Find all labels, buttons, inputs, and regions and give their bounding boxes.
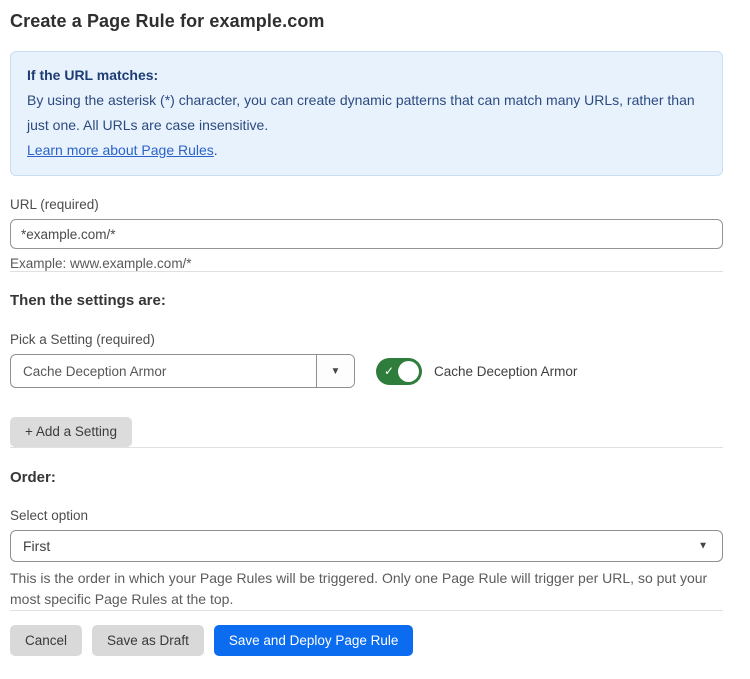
setting-toggle-label: Cache Deception Armor: [434, 364, 577, 379]
order-helper-text: This is the order in which your Page Rul…: [10, 568, 710, 610]
divider: [10, 610, 723, 611]
order-select-value: First: [23, 538, 50, 554]
setting-select-arrow-segment[interactable]: ▼: [316, 355, 354, 387]
divider: [10, 447, 723, 448]
setting-toggle[interactable]: ✓: [376, 358, 422, 385]
url-match-info-box: If the URL matches: By using the asteris…: [10, 51, 723, 176]
learn-more-link[interactable]: Learn more about Page Rules: [27, 142, 214, 158]
add-setting-button[interactable]: + Add a Setting: [10, 417, 132, 447]
setting-select[interactable]: Cache Deception Armor ▼: [10, 354, 355, 388]
toggle-knob: [398, 361, 419, 382]
info-box-link-line: Learn more about Page Rules.: [27, 138, 706, 163]
url-field-label: URL (required): [10, 197, 723, 212]
info-box-body: By using the asterisk (*) character, you…: [27, 88, 706, 138]
check-icon: ✓: [384, 365, 394, 377]
order-select-label: Select option: [10, 508, 723, 523]
divider: [10, 271, 723, 272]
page-title: Create a Page Rule for example.com: [10, 11, 723, 32]
url-helper-text: Example: www.example.com/*: [10, 256, 723, 271]
order-section-heading: Order:: [10, 469, 723, 486]
settings-section-heading: Then the settings are:: [10, 292, 723, 309]
chevron-down-icon: ▼: [698, 541, 708, 552]
footer-actions: Cancel Save as Draft Save and Deploy Pag…: [10, 625, 723, 656]
setting-select-value: Cache Deception Armor: [11, 355, 316, 387]
chevron-down-icon: ▼: [331, 366, 341, 377]
cancel-button[interactable]: Cancel: [10, 625, 82, 656]
pick-setting-label: Pick a Setting (required): [10, 332, 723, 347]
save-as-draft-button[interactable]: Save as Draft: [92, 625, 204, 656]
order-select[interactable]: First ▼: [10, 530, 723, 562]
save-and-deploy-button[interactable]: Save and Deploy Page Rule: [214, 625, 414, 656]
setting-row: Cache Deception Armor ▼ ✓ Cache Deceptio…: [10, 354, 723, 388]
create-page-rule-form: Create a Page Rule for example.com If th…: [0, 0, 750, 679]
info-box-heading: If the URL matches:: [27, 63, 706, 88]
link-period: .: [214, 142, 218, 158]
url-input[interactable]: [10, 219, 723, 249]
